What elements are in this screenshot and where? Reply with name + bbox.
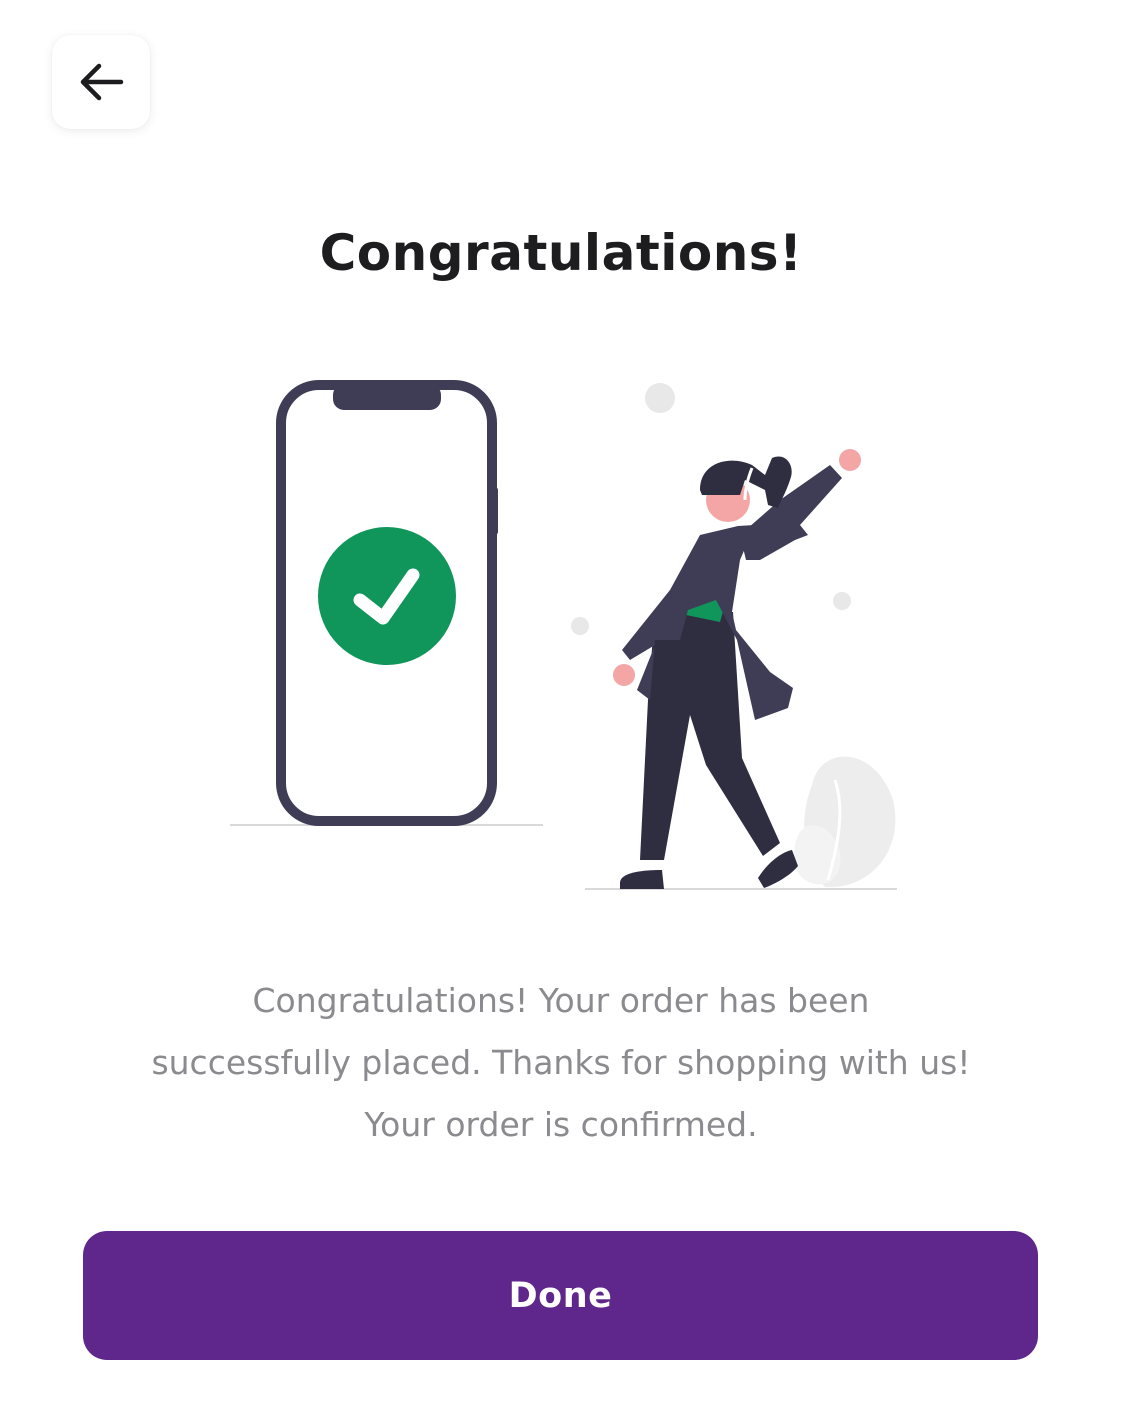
decor-dot: [571, 617, 589, 635]
order-success-illustration: [230, 380, 897, 890]
decor-dot: [645, 383, 675, 413]
done-button[interactable]: Done: [83, 1231, 1038, 1360]
check-circle-icon: [318, 527, 456, 665]
plant-illustration: [794, 756, 896, 888]
confirmation-message: Congratulations! Your order has been suc…: [151, 981, 971, 1144]
phone-illustration: [276, 380, 498, 826]
decor-dot: [833, 592, 851, 610]
